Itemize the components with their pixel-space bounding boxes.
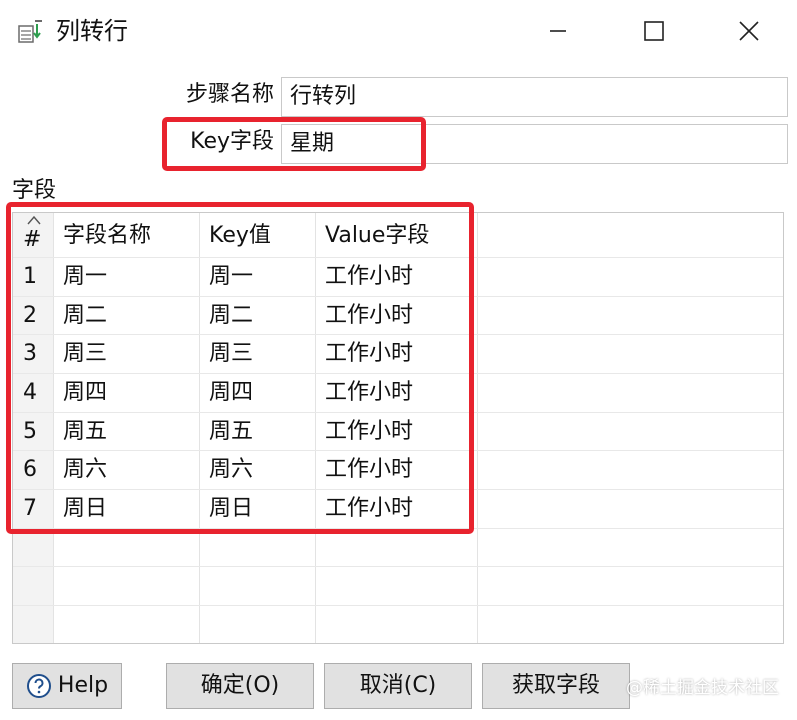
value-field-cell[interactable]: 工作小时: [325, 374, 413, 412]
cancel-button-label: 取消(C): [359, 673, 437, 698]
help-button[interactable]: Help: [12, 663, 122, 709]
minimize-button[interactable]: [510, 0, 606, 62]
key-value-cell[interactable]: 周三: [209, 335, 253, 373]
row-number: 6: [23, 457, 37, 482]
key-value-cell[interactable]: 周一: [209, 258, 253, 296]
field-name-cell[interactable]: 周二: [63, 297, 107, 335]
ok-button-label: 确定(O): [200, 673, 280, 698]
field-name-cell[interactable]: 周五: [63, 413, 107, 451]
key-value-cell[interactable]: 周日: [209, 490, 253, 528]
close-icon: [739, 21, 759, 41]
title-bar[interactable]: 列转行: [0, 0, 797, 62]
close-button[interactable]: [701, 0, 797, 62]
key-value-cell[interactable]: 周二: [209, 297, 253, 335]
key-value-cell[interactable]: 周六: [209, 451, 253, 489]
row-number: 1: [23, 264, 37, 289]
grid-line: [477, 213, 478, 643]
field-name-cell[interactable]: 周一: [63, 258, 107, 296]
grid-line: [13, 528, 783, 529]
column-header-value-field[interactable]: Value字段: [325, 217, 429, 255]
field-name-cell[interactable]: 周四: [63, 374, 107, 412]
watermark-text: @稀土掘金技术社区: [626, 678, 779, 698]
row-number: 2: [23, 303, 37, 328]
key-field-input[interactable]: 星期: [281, 124, 788, 164]
column-header-key-value[interactable]: Key值: [209, 217, 271, 255]
column-header-index[interactable]: #: [23, 221, 41, 259]
grid-line: [315, 213, 316, 643]
key-field-label: Key字段: [190, 129, 274, 154]
value-field-cell[interactable]: 工作小时: [325, 451, 413, 489]
value-field-cell[interactable]: 工作小时: [325, 335, 413, 373]
field-name-cell[interactable]: 周三: [63, 335, 107, 373]
get-fields-button[interactable]: 获取字段: [482, 663, 630, 709]
dialog-window: 列转行 步骤名称 行转列 Key字段 星期 字段 # 字段名称 Key值 Val…: [0, 0, 797, 720]
maximize-button[interactable]: [606, 0, 702, 62]
help-icon: [26, 674, 51, 698]
value-field-cell[interactable]: 工作小时: [325, 258, 413, 296]
field-name-cell[interactable]: 周日: [63, 490, 107, 528]
window-title: 列转行: [56, 17, 128, 45]
row-number: 5: [23, 419, 37, 444]
get-fields-button-label: 获取字段: [511, 673, 600, 698]
value-field-cell[interactable]: 工作小时: [325, 413, 413, 451]
step-name-label: 步骤名称: [185, 82, 274, 107]
grid-line: [199, 213, 200, 643]
grid-line: [13, 605, 783, 606]
key-value-cell[interactable]: 周四: [209, 374, 253, 412]
row-number: 4: [23, 380, 37, 405]
field-name-cell[interactable]: 周六: [63, 451, 107, 489]
grid-line: [53, 213, 54, 643]
column-header-field-name[interactable]: 字段名称: [63, 217, 151, 255]
step-name-input[interactable]: 行转列: [281, 77, 788, 117]
cancel-button[interactable]: 取消(C): [324, 663, 472, 709]
value-field-cell[interactable]: 工作小时: [325, 297, 413, 335]
minimize-icon: [550, 30, 566, 32]
fields-table[interactable]: # 字段名称 Key值 Value字段 1 周一 周一 工作小时 2 周二 周二…: [12, 212, 784, 644]
ok-button[interactable]: 确定(O): [166, 663, 314, 709]
transform-step-icon: [18, 20, 42, 43]
fields-section-label: 字段: [12, 178, 57, 203]
row-number: 3: [23, 341, 37, 366]
maximize-icon: [644, 21, 664, 41]
row-number: 7: [23, 496, 37, 521]
key-value-cell[interactable]: 周五: [209, 413, 253, 451]
value-field-cell[interactable]: 工作小时: [325, 490, 413, 528]
grid-line: [13, 566, 783, 567]
help-button-label: Help: [57, 673, 109, 698]
